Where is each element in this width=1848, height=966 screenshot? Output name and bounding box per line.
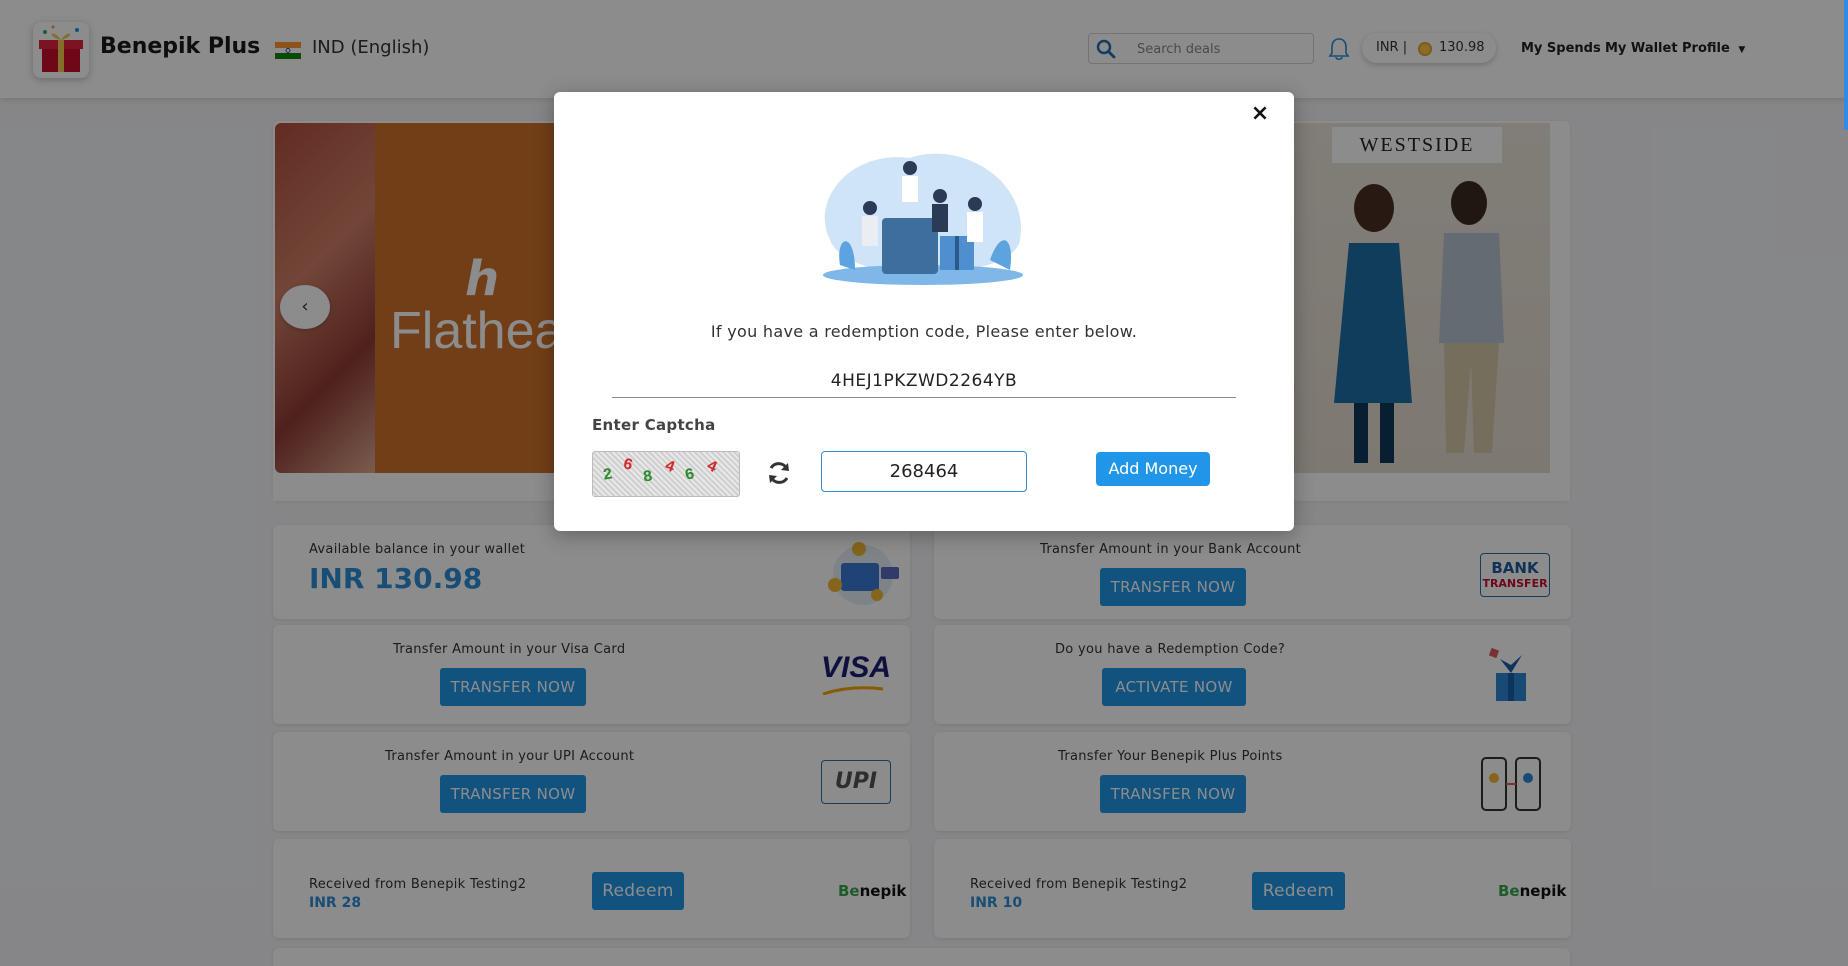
modal-prompt: If you have a redemption code, Please en…: [710, 322, 1138, 341]
captcha-char: 4: [662, 456, 678, 478]
page-scrollbar[interactable]: [1844, 0, 1848, 130]
captcha-char: 2: [601, 465, 615, 485]
captcha-char: 4: [703, 456, 720, 478]
add-money-button[interactable]: Add Money: [1096, 452, 1210, 486]
captcha-label: Enter Captcha: [592, 416, 716, 434]
refresh-captcha-icon[interactable]: [766, 460, 792, 486]
captcha-input[interactable]: [821, 451, 1027, 492]
celebration-illustration: [823, 153, 1023, 285]
captcha-image: 268464: [592, 451, 740, 497]
redemption-code-input[interactable]: [612, 364, 1236, 398]
captcha-char: 8: [641, 467, 654, 487]
captcha-char: 6: [683, 465, 697, 485]
captcha-char: 6: [620, 455, 635, 475]
close-icon[interactable]: ×: [1250, 103, 1270, 125]
